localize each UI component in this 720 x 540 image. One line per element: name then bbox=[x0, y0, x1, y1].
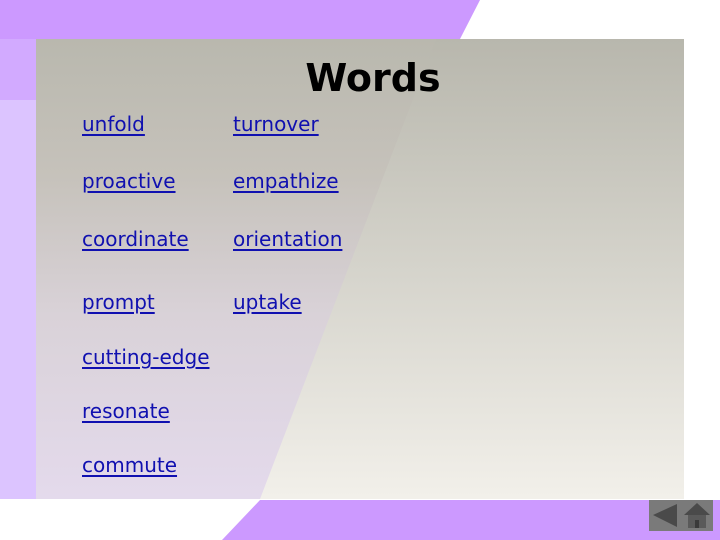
word-link-turnover[interactable]: turnover bbox=[233, 112, 319, 136]
word-link-empathize[interactable]: empathize bbox=[233, 169, 339, 193]
home-icon bbox=[684, 503, 710, 528]
word-link-commute[interactable]: commute bbox=[82, 453, 177, 477]
word-link-coordinate[interactable]: coordinate bbox=[82, 227, 189, 251]
word-link-uptake[interactable]: uptake bbox=[233, 290, 302, 314]
slide-navigation bbox=[649, 500, 713, 531]
word-link-cutting-edge[interactable]: cutting-edge bbox=[82, 345, 210, 369]
word-link-unfold[interactable]: unfold bbox=[82, 112, 145, 136]
word-link-prompt[interactable]: prompt bbox=[82, 290, 155, 314]
back-arrow-icon bbox=[653, 504, 677, 527]
back-button[interactable] bbox=[649, 500, 681, 531]
content-panel bbox=[36, 39, 684, 499]
word-link-resonate[interactable]: resonate bbox=[82, 399, 170, 423]
word-link-proactive[interactable]: proactive bbox=[82, 169, 176, 193]
panel-shading bbox=[260, 39, 684, 499]
home-button[interactable] bbox=[681, 500, 713, 531]
word-link-orientation[interactable]: orientation bbox=[233, 227, 342, 251]
slide-title: Words bbox=[305, 56, 441, 100]
